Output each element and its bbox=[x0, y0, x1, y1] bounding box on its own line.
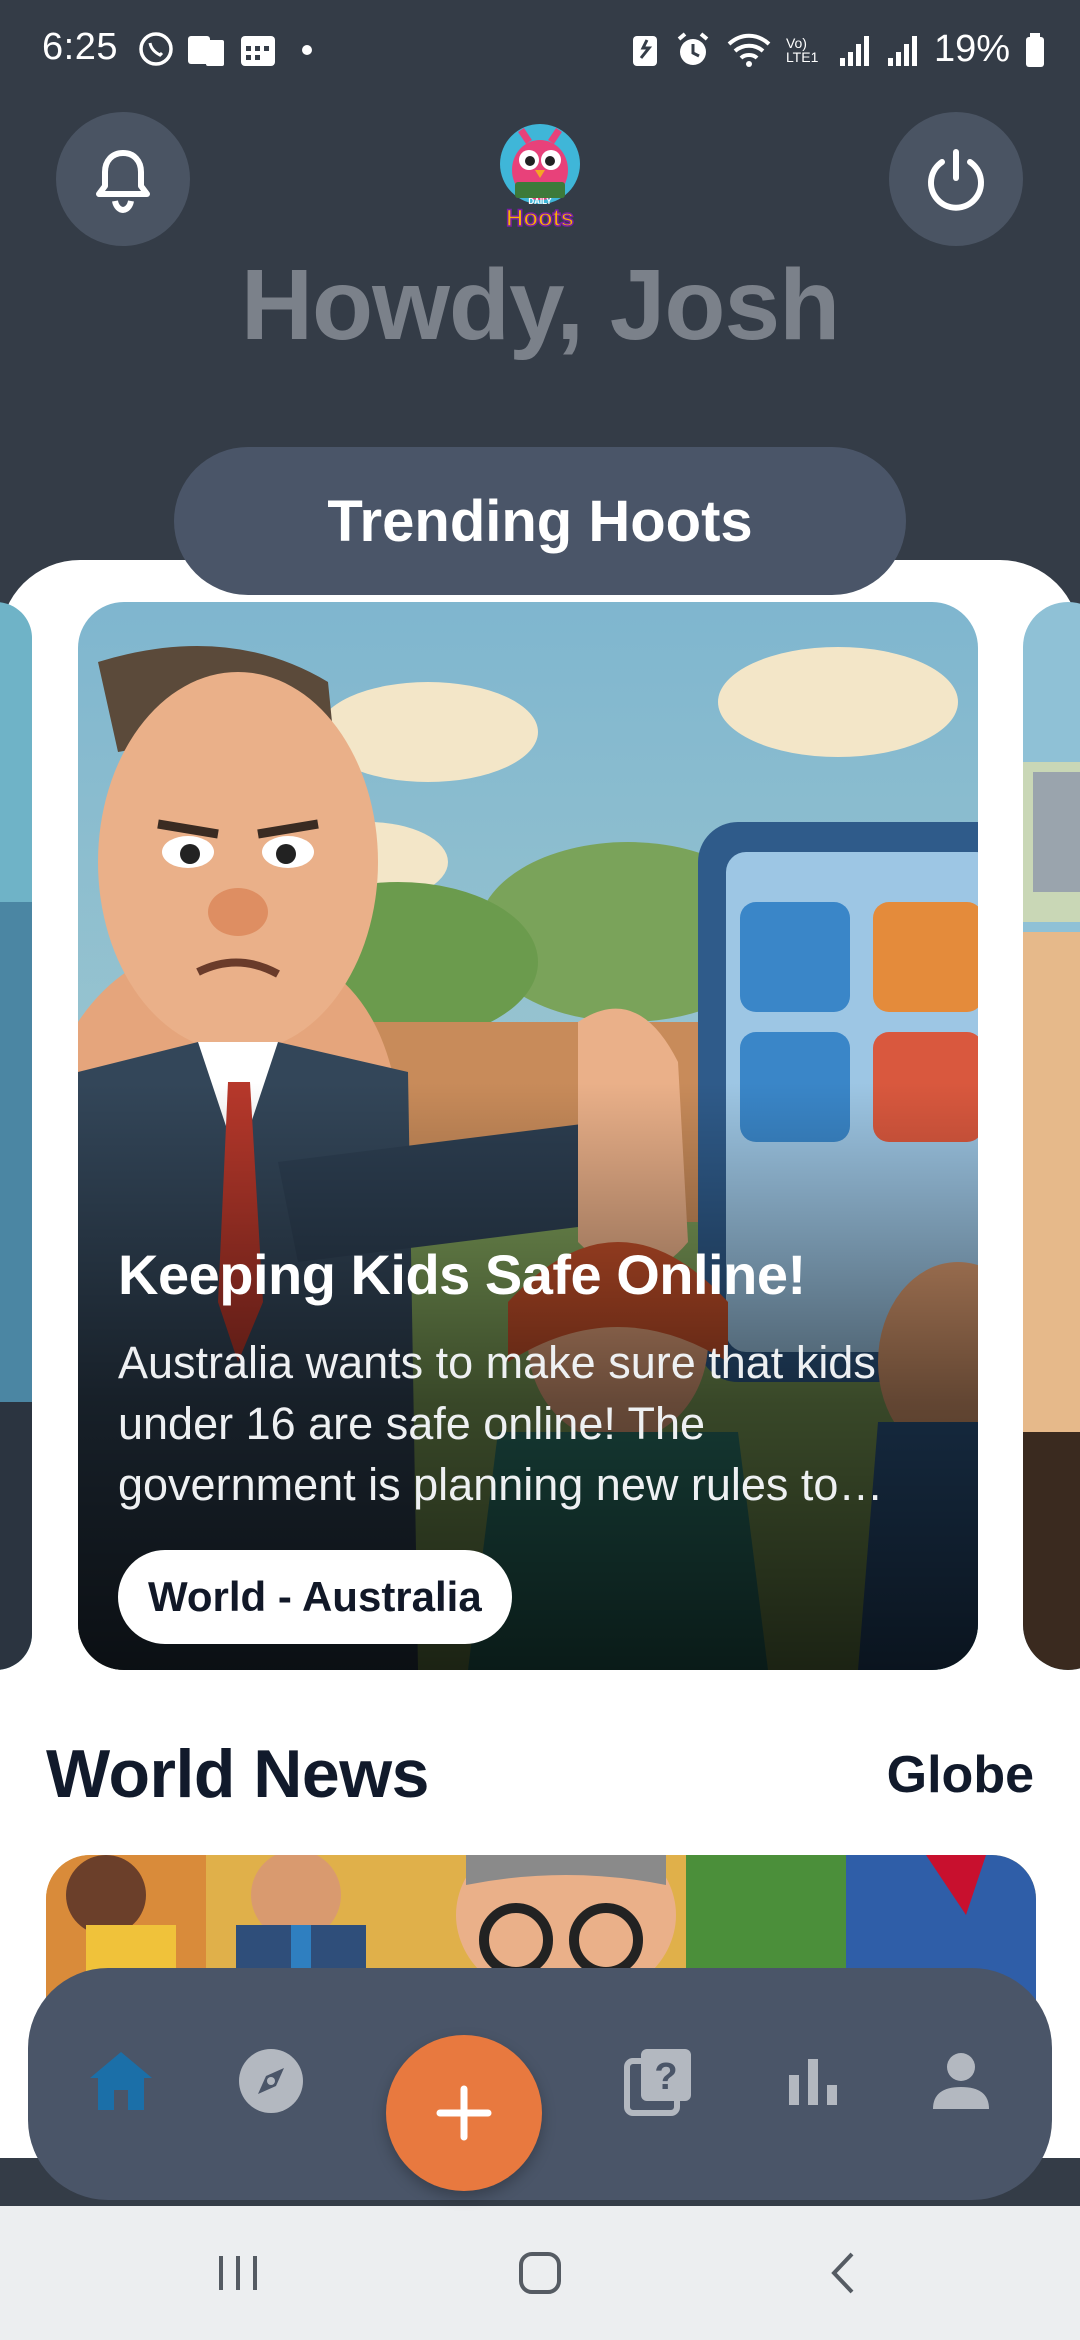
network-type-label: Vo) LTE1 bbox=[785, 34, 819, 65]
trending-card[interactable]: Keeping Kids Safe Online! Australia want… bbox=[78, 602, 978, 1670]
plus-icon bbox=[436, 2085, 492, 2141]
power-icon bbox=[928, 149, 984, 211]
status-time: 6:25 bbox=[42, 26, 118, 68]
calendar-icon bbox=[241, 36, 275, 66]
bottom-navigation: ? bbox=[28, 1968, 1052, 2200]
back-system-button[interactable] bbox=[803, 2236, 883, 2310]
recent-apps-icon bbox=[219, 2256, 257, 2290]
home-system-button[interactable] bbox=[500, 2236, 580, 2310]
system-navigation-bar bbox=[0, 2206, 1080, 2340]
previous-trending-card[interactable] bbox=[0, 602, 32, 1670]
wifi-icon bbox=[727, 33, 771, 67]
battery-icon bbox=[1026, 32, 1044, 67]
battery-percent: 19% bbox=[933, 28, 1010, 70]
notification-icons bbox=[136, 30, 312, 70]
more-notifications-dot bbox=[302, 45, 312, 55]
compass-icon bbox=[239, 2049, 303, 2113]
trending-heading[interactable]: Trending Hoots bbox=[174, 447, 906, 595]
svg-text:?: ? bbox=[654, 2056, 677, 2098]
viber-icon bbox=[139, 32, 173, 66]
stats-icon bbox=[789, 2059, 837, 2105]
create-button[interactable] bbox=[386, 2035, 542, 2191]
home-icon bbox=[90, 2052, 152, 2110]
nav-quiz[interactable]: ? bbox=[604, 2026, 714, 2136]
daily-hoots-logo: DAILY Hoots bbox=[493, 122, 587, 233]
signal-icon bbox=[839, 35, 869, 66]
alarm-icon bbox=[677, 31, 709, 65]
nav-explore[interactable] bbox=[216, 2026, 326, 2136]
bell-icon bbox=[96, 150, 150, 213]
globe-link[interactable]: Globe bbox=[887, 1745, 1034, 1805]
recent-apps-button[interactable] bbox=[198, 2236, 278, 2310]
battery-saver-icon bbox=[632, 35, 657, 66]
greeting: Howdy, Josh bbox=[240, 249, 840, 361]
nav-profile[interactable] bbox=[906, 2026, 1016, 2136]
trending-card-tag[interactable]: World - Australia bbox=[118, 1550, 512, 1644]
logo-text: Hoots bbox=[506, 205, 574, 230]
quiz-icon: ? bbox=[624, 2049, 691, 2116]
status-bar: 6:25 Vo) LTE1 19% bbox=[0, 0, 1080, 100]
next-trending-card[interactable] bbox=[1023, 602, 1080, 1670]
world-news-heading: World News bbox=[46, 1736, 429, 1812]
nav-stats[interactable] bbox=[758, 2026, 868, 2136]
back-icon bbox=[831, 2252, 854, 2294]
nav-home[interactable] bbox=[66, 2026, 176, 2136]
home-system-icon bbox=[519, 2252, 561, 2294]
power-button[interactable] bbox=[889, 112, 1023, 246]
trending-card-description: Australia wants to make sure that kids u… bbox=[118, 1337, 884, 1510]
trending-card-title: Keeping Kids Safe Online! bbox=[118, 1243, 806, 1306]
profile-icon bbox=[933, 2053, 989, 2109]
sim-icon bbox=[188, 36, 224, 66]
signal-2-icon bbox=[887, 35, 917, 66]
notifications-button[interactable] bbox=[56, 112, 190, 246]
